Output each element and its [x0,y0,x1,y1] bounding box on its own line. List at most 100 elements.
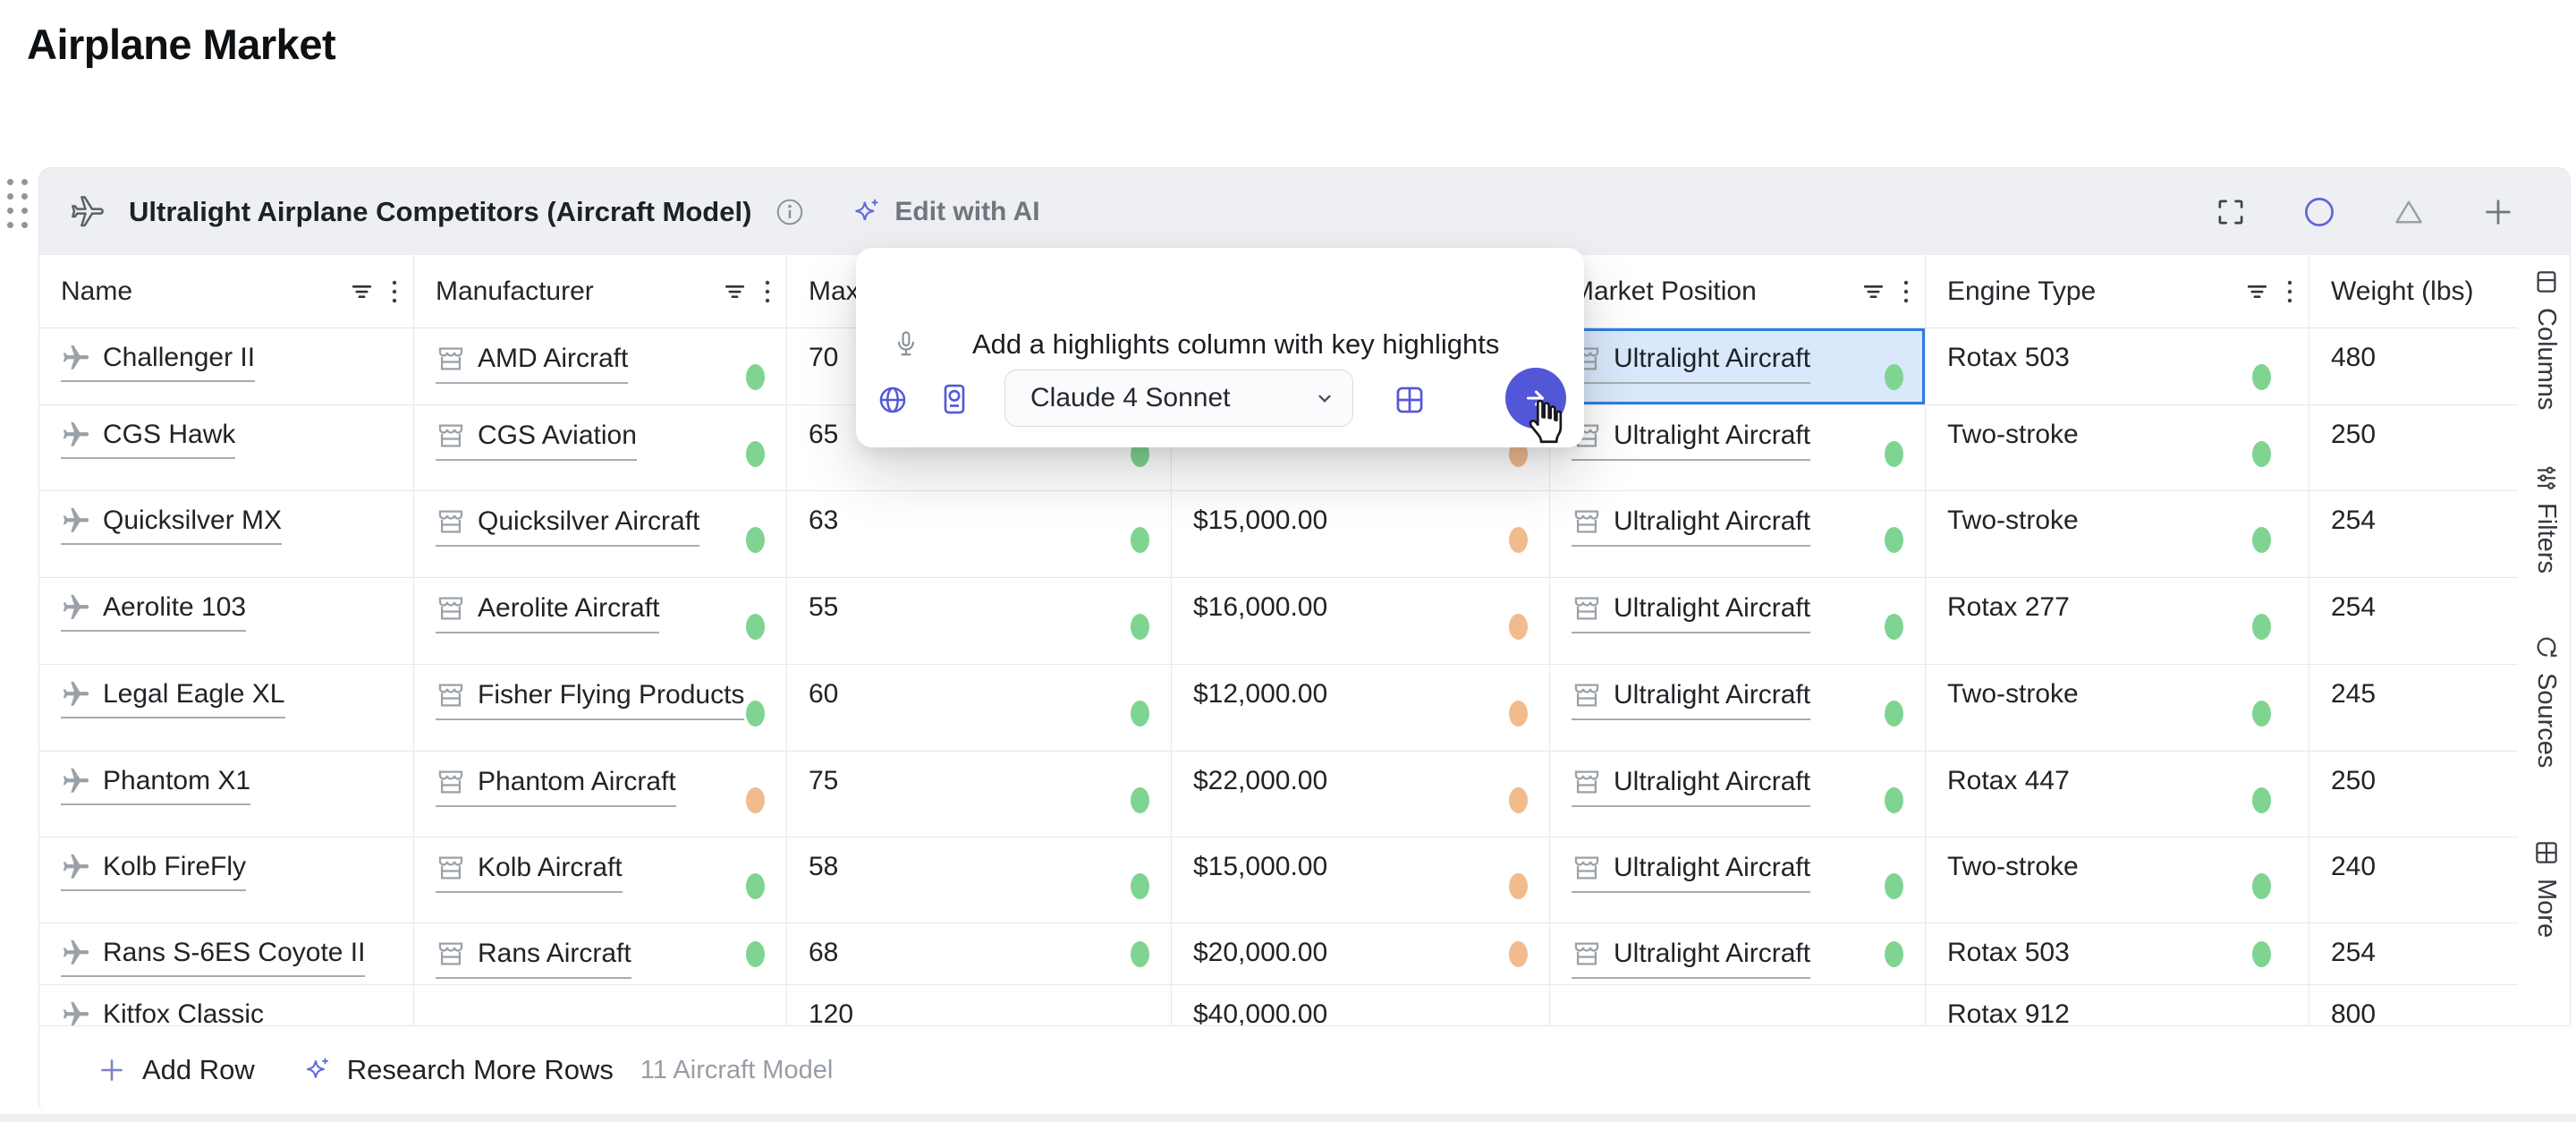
cell-price[interactable]: $15,000.00 [1172,837,1550,923]
cell-manufacturer[interactable]: Aerolite Aircraft [414,578,787,665]
cell-weight[interactable]: 480 [2309,328,2520,405]
passport-sources-icon[interactable] [936,381,972,417]
fullscreen-icon[interactable] [2216,197,2246,227]
cell-max[interactable]: 60 [787,665,1172,752]
column-header[interactable]: Engine Type [1926,255,2309,328]
drag-handle-icon[interactable] [7,179,28,228]
sidebar-item-filters[interactable]: Filters [2529,463,2563,574]
cell-weight[interactable]: 250 [2309,752,2520,837]
cell-link[interactable]: Ultralight Aircraft [1572,506,1810,547]
cell-link[interactable]: Fisher Flying Products [436,679,744,720]
microphone-icon[interactable] [890,328,922,361]
cell-market-position[interactable]: Ultralight Aircraft [1550,837,1926,923]
cell-market-position[interactable]: Ultralight Aircraft [1550,578,1926,665]
cell-engine-type[interactable]: Rotax 912 [1926,985,2309,1025]
cell-engine-type[interactable]: Two-stroke [1926,491,2309,578]
cell-link[interactable]: Ultralight Aircraft [1572,420,1810,461]
ai-prompt-input[interactable]: Add a highlights column with key highlig… [972,328,1554,361]
cell-name[interactable]: Phantom X1 [39,752,414,837]
cell-name[interactable]: Legal Eagle XL [39,665,414,752]
cell-manufacturer[interactable]: Rans Aircraft [414,923,787,985]
insert-table-icon[interactable] [1393,383,1427,417]
cell-name[interactable]: Rans S-6ES Coyote II [39,923,414,985]
cell-market-position[interactable]: Ultralight Aircraft [1550,328,1926,405]
add-panel-icon[interactable] [2482,196,2514,228]
sidebar-item-more[interactable]: More [2529,839,2563,938]
cell-name[interactable]: Kolb FireFly [39,837,414,923]
cell-engine-type[interactable]: Rotax 503 [1926,923,2309,985]
column-header[interactable]: Market Position [1550,255,1926,328]
cell-price[interactable]: $22,000.00 [1172,752,1550,837]
cell-price[interactable]: $40,000.00 [1172,985,1550,1025]
cell-link[interactable]: Kitfox Classic [61,999,264,1025]
cell-weight[interactable]: 254 [2309,578,2520,665]
cell-name[interactable]: Challenger II [39,328,414,405]
cell-engine-type[interactable]: Two-stroke [1926,665,2309,752]
cell-link[interactable]: Quicksilver MX [61,506,282,545]
cell-link[interactable]: Ultralight Aircraft [1572,343,1810,384]
column-header[interactable]: Manufacturer [414,255,787,328]
cell-link[interactable]: Legal Eagle XL [61,679,285,718]
cell-weight[interactable]: 254 [2309,491,2520,578]
cell-link[interactable]: CGS Aviation [436,420,637,461]
cell-weight[interactable]: 800 [2309,985,2520,1025]
cell-price[interactable]: $12,000.00 [1172,665,1550,752]
cell-engine-type[interactable]: Two-stroke [1926,837,2309,923]
sidebar-item-sources[interactable]: Sources [2529,633,2563,768]
filter-icon[interactable] [723,279,747,303]
kebab-menu-icon[interactable] [763,278,772,305]
cell-market-position[interactable]: Ultralight Aircraft [1550,752,1926,837]
cell-link[interactable]: Phantom X1 [61,766,250,805]
column-header[interactable]: Name [39,255,414,328]
model-selector[interactable]: Claude 4 Sonnet [1004,370,1353,427]
filter-icon[interactable] [2245,279,2269,303]
triangle-shape-icon[interactable] [2393,196,2425,228]
cell-max[interactable]: 68 [787,923,1172,985]
cell-link[interactable]: Ultralight Aircraft [1572,852,1810,893]
cell-link[interactable]: Rans S-6ES Coyote II [61,938,365,977]
cell-link[interactable]: Quicksilver Aircraft [436,506,699,547]
cell-link[interactable]: Challenger II [61,343,255,382]
cell-market-position[interactable]: Ultralight Aircraft [1550,923,1926,985]
cell-price[interactable]: $20,000.00 [1172,923,1550,985]
add-row-button[interactable]: Add Row [97,1054,255,1086]
cell-manufacturer[interactable]: Fisher Flying Products [414,665,787,752]
cell-name[interactable]: CGS Hawk [39,405,414,491]
cell-weight[interactable]: 245 [2309,665,2520,752]
cell-link[interactable]: Aerolite Aircraft [436,592,659,633]
cell-max[interactable]: 55 [787,578,1172,665]
cell-name[interactable]: Aerolite 103 [39,578,414,665]
column-header[interactable]: Weight (lbs) [2309,255,2520,328]
filter-icon[interactable] [350,279,374,303]
web-search-icon[interactable] [876,383,910,417]
cell-manufacturer[interactable]: Phantom Aircraft [414,752,787,837]
edit-with-ai-button[interactable]: Edit with AI [850,196,1039,228]
cell-manufacturer[interactable]: Quicksilver Aircraft [414,491,787,578]
cell-link[interactable]: Ultralight Aircraft [1572,766,1810,807]
cell-link[interactable]: Phantom Aircraft [436,766,676,807]
cell-manufacturer[interactable]: Kolb Aircraft [414,837,787,923]
cell-weight[interactable]: 254 [2309,923,2520,985]
cell-price[interactable]: $16,000.00 [1172,578,1550,665]
cell-name[interactable]: Kitfox Classic [39,985,414,1025]
cell-weight[interactable]: 250 [2309,405,2520,491]
cell-engine-type[interactable]: Two-stroke [1926,405,2309,491]
kebab-menu-icon[interactable] [2285,278,2294,305]
cell-engine-type[interactable]: Rotax 503 [1926,328,2309,405]
cell-max[interactable]: 58 [787,837,1172,923]
cell-price[interactable]: $15,000.00 [1172,491,1550,578]
cell-max[interactable]: 63 [787,491,1172,578]
cell-manufacturer[interactable]: AMD Aircraft [414,328,787,405]
cell-name[interactable]: Quicksilver MX [39,491,414,578]
kebab-menu-icon[interactable] [390,278,399,305]
cell-max[interactable]: 120 [787,985,1172,1025]
cell-link[interactable]: CGS Hawk [61,420,235,459]
cell-engine-type[interactable]: Rotax 277 [1926,578,2309,665]
sidebar-item-columns[interactable]: Columns [2529,268,2563,410]
cell-link[interactable]: Kolb Aircraft [436,852,623,893]
cell-market-position[interactable]: Ultralight Aircraft [1550,665,1926,752]
cell-link[interactable]: Ultralight Aircraft [1572,592,1810,633]
cell-link[interactable]: Ultralight Aircraft [1572,679,1810,720]
cell-link[interactable]: Kolb FireFly [61,852,246,891]
cell-link[interactable]: Rans Aircraft [436,938,631,979]
